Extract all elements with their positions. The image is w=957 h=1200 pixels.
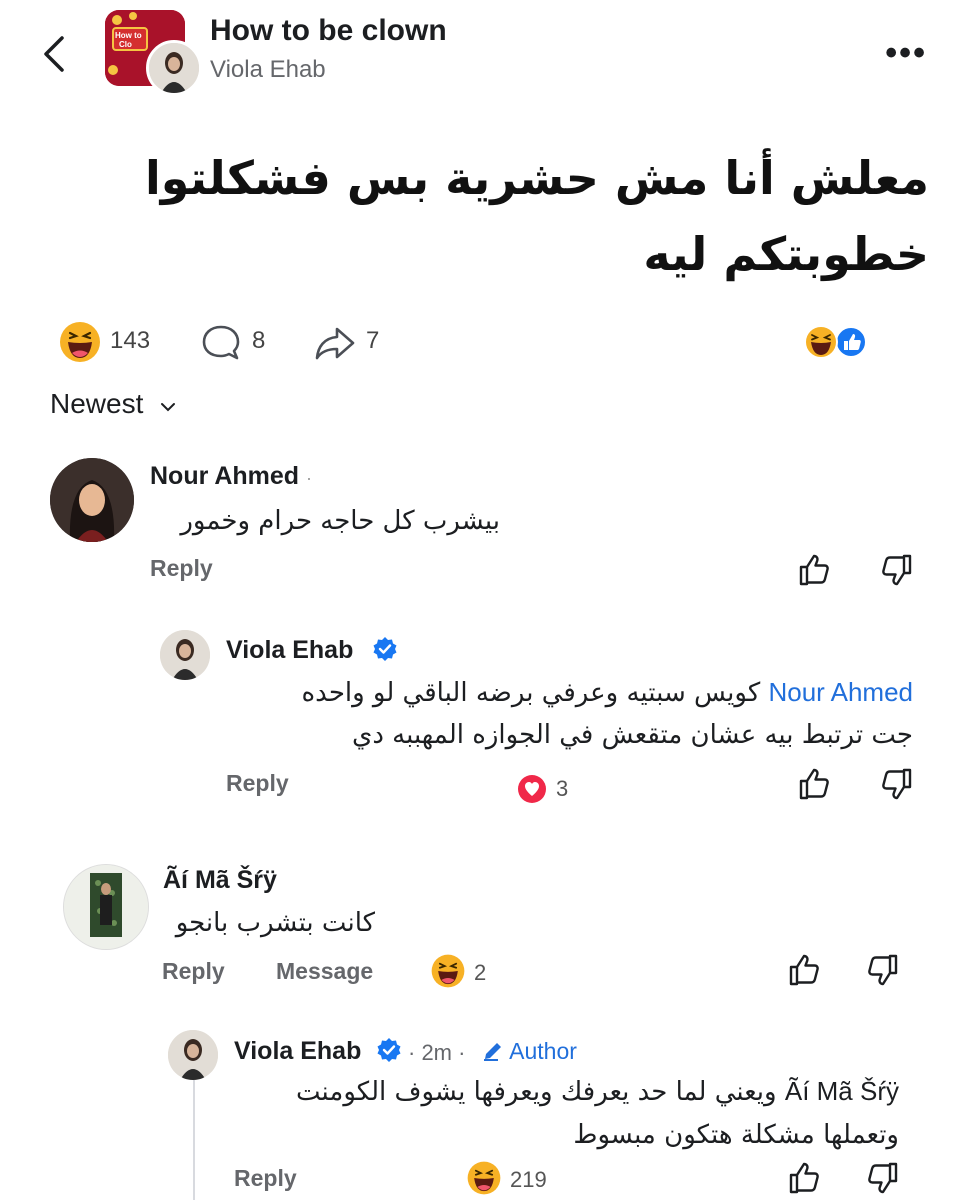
message-button[interactable]: Message (276, 958, 373, 985)
reaction-count[interactable]: 143 (110, 327, 150, 355)
comment-text-line1: Ãí Mã Šŕÿ ويعني لما حد يعرفك ويعرفها يشو… (296, 1076, 899, 1107)
comment-text: كانت بتشرب بانجو (175, 908, 375, 938)
pencil-icon (484, 1043, 501, 1061)
reply-button[interactable]: Reply (234, 1165, 297, 1192)
reply-button[interactable]: Reply (150, 555, 213, 582)
more-options-icon[interactable]: ••• (885, 36, 927, 70)
separator-dot: · (306, 468, 313, 488)
comment-icon[interactable] (200, 323, 242, 363)
comment-count[interactable]: 8 (252, 327, 265, 355)
comment-text-line2: جت ترتبط بيه عشان متقعش في الجوازه المهب… (351, 720, 913, 750)
chevron-down-icon (161, 403, 176, 412)
svg-text:Clo: Clo (119, 40, 132, 49)
verified-badge-icon (377, 1038, 401, 1062)
post-author-name[interactable]: Viola Ehab (210, 56, 326, 84)
reaction-count[interactable]: 219 (510, 1167, 547, 1193)
commenter-name[interactable]: Viola Ehab (226, 636, 353, 665)
comment-sort-dropdown[interactable]: Newest (50, 388, 177, 420)
mention-name[interactable]: Ãí Mã Šŕÿ (785, 1076, 899, 1106)
thread-line (193, 1078, 195, 1200)
commenter-name[interactable]: Nour Ahmed · (150, 462, 312, 491)
mention-link[interactable]: Nour Ahmed (768, 677, 913, 707)
comment-text: بيشرب كل حاجه حرام وخمور (180, 506, 500, 536)
post-text-line2: خطوبتكم ليه (643, 227, 929, 281)
post-stats-row: 143 8 7 (0, 318, 957, 366)
dislike-icon[interactable] (862, 950, 902, 990)
back-arrow-icon[interactable] (36, 34, 76, 74)
author-badge: Author (482, 1038, 577, 1065)
commenter-avatar[interactable] (168, 1030, 218, 1080)
dislike-icon[interactable] (862, 1158, 902, 1198)
share-icon[interactable] (313, 323, 357, 363)
group-name[interactable]: How to be clown (210, 14, 447, 48)
comment-text-line1: Nour Ahmed كويس سبتيه وعرفي برضه الباقي … (301, 677, 913, 708)
commenter-avatar[interactable] (63, 864, 149, 950)
commenter-name[interactable]: Ãí Mã Šŕÿ (163, 866, 277, 895)
sort-label: Newest (50, 388, 144, 419)
like-icon[interactable] (785, 1158, 825, 1198)
author-avatar-small[interactable] (146, 40, 202, 96)
commenter-avatar[interactable] (50, 458, 134, 542)
dislike-icon[interactable] (876, 764, 916, 804)
commenter-name[interactable]: Viola Ehab (234, 1037, 361, 1066)
dislike-icon[interactable] (876, 550, 916, 590)
post-text-line1: معلش أنا مش حشرية بس فشكلتوا (144, 151, 929, 205)
share-count[interactable]: 7 (366, 327, 379, 355)
like-icon[interactable] (795, 550, 835, 590)
group-thumb-text: How to (115, 31, 142, 40)
haha-reaction-icon[interactable] (430, 953, 466, 989)
comment-text-line2: وتعملها مشكلة هتكون مبسوط (573, 1120, 899, 1150)
post-text: معلش أنا مش حشرية بس فشكلتوا خطوبتكم ليه (69, 140, 929, 292)
commenter-avatar[interactable] (160, 630, 210, 680)
haha-reaction-icon[interactable] (466, 1160, 502, 1196)
heart-reaction-icon[interactable] (516, 773, 548, 805)
reply-button[interactable]: Reply (226, 770, 289, 797)
like-icon[interactable] (785, 950, 825, 990)
like-icon[interactable] (795, 764, 835, 804)
verified-badge-icon (373, 637, 397, 661)
haha-reaction-icon[interactable] (58, 320, 102, 364)
comment-timestamp: · 2m · (408, 1040, 466, 1065)
reaction-count[interactable]: 2 (474, 960, 486, 986)
reply-button[interactable]: Reply (162, 958, 225, 985)
reaction-count[interactable]: 3 (556, 776, 568, 802)
reaction-summary-icon[interactable] (803, 324, 869, 360)
